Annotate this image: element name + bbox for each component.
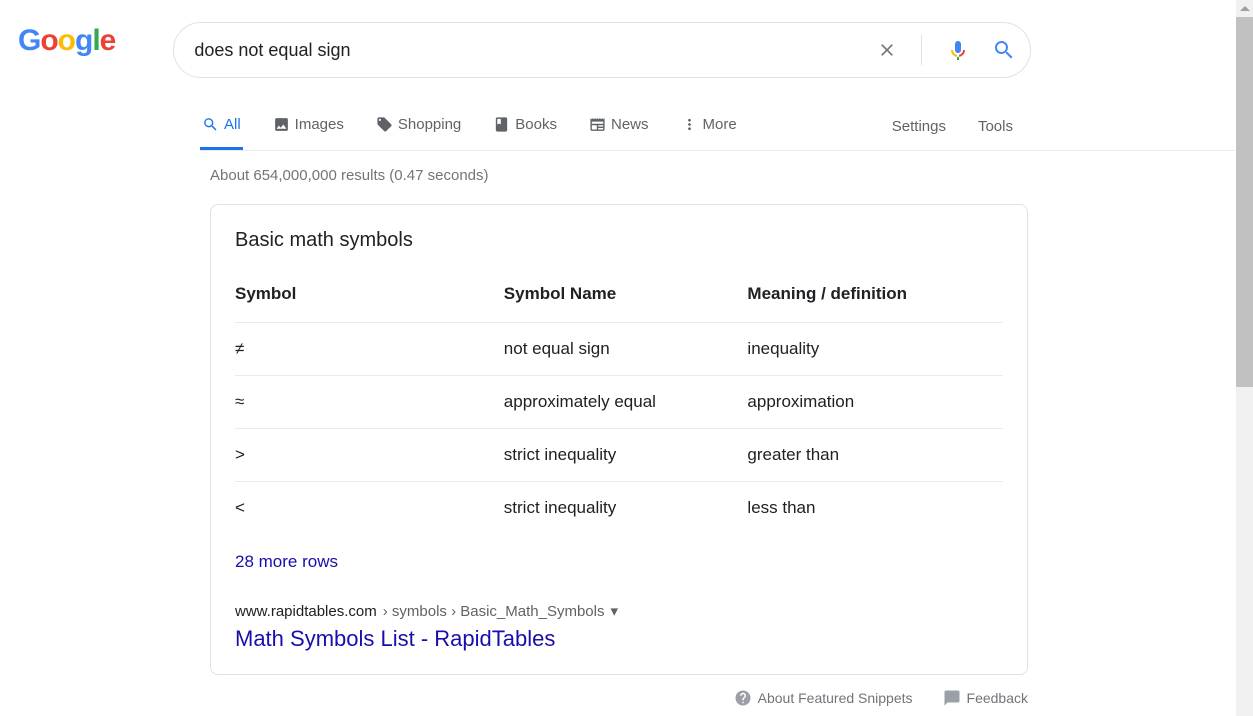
tools-link[interactable]: Tools	[976, 108, 1015, 149]
cell-symbol: ≠	[235, 323, 504, 376]
footer-label: Feedback	[967, 690, 1028, 706]
voice-search-icon[interactable]	[946, 38, 970, 62]
cite-dropdown-icon[interactable]: ▾	[610, 602, 618, 620]
tab-shopping[interactable]: Shopping	[374, 106, 463, 150]
result-stats: About 654,000,000 results (0.47 seconds)	[210, 167, 1235, 184]
cell-symbol: ≈	[235, 376, 504, 429]
table-row: ≈ approximately equal approximation	[235, 376, 1003, 429]
snippet-heading: Basic math symbols	[235, 229, 1003, 252]
tab-label: News	[611, 116, 649, 133]
result-title-link[interactable]: Math Symbols List - RapidTables	[235, 626, 1003, 652]
clear-icon[interactable]	[877, 40, 897, 60]
col-header-meaning: Meaning / definition	[747, 274, 1003, 323]
col-header-name: Symbol Name	[504, 274, 748, 323]
tab-label: More	[703, 116, 737, 133]
flag-icon	[943, 689, 961, 707]
settings-link[interactable]: Settings	[890, 108, 948, 149]
more-rows-link[interactable]: 28 more rows	[235, 552, 1003, 572]
cell-symbol: <	[235, 482, 504, 535]
snippet-footer: About Featured Snippets Feedback	[210, 689, 1028, 707]
cell-meaning: greater than	[747, 429, 1003, 482]
tab-label: All	[224, 116, 241, 133]
tab-images[interactable]: Images	[271, 106, 346, 150]
more-icon	[681, 116, 698, 133]
cell-name: strict inequality	[504, 482, 748, 535]
tab-label: Books	[515, 116, 557, 133]
snippet-table: Symbol Symbol Name Meaning / definition …	[235, 274, 1003, 534]
cite-path: › symbols › Basic_Math_Symbols	[383, 603, 605, 620]
image-icon	[273, 116, 290, 133]
tab-label: Images	[295, 116, 344, 133]
search-button-icon[interactable]	[992, 38, 1016, 62]
tab-news[interactable]: News	[587, 106, 651, 150]
about-featured-snippets-link[interactable]: About Featured Snippets	[734, 689, 913, 707]
featured-snippet: Basic math symbols Symbol Symbol Name Me…	[210, 204, 1028, 675]
cell-meaning: inequality	[747, 323, 1003, 376]
cell-meaning: approximation	[747, 376, 1003, 429]
footer-label: About Featured Snippets	[758, 690, 913, 706]
google-logo[interactable]: Google	[18, 24, 115, 58]
cell-symbol: >	[235, 429, 504, 482]
tab-books[interactable]: Books	[491, 106, 559, 150]
col-header-symbol: Symbol	[235, 274, 504, 323]
cell-name: strict inequality	[504, 429, 748, 482]
tab-more[interactable]: More	[679, 106, 739, 150]
tabs-row: All Images Shopping Books News More	[200, 106, 1235, 151]
scroll-up-button[interactable]	[1236, 0, 1253, 17]
news-icon	[589, 116, 606, 133]
scroll-thumb[interactable]	[1236, 17, 1253, 387]
scrollbar[interactable]	[1236, 0, 1253, 716]
tab-label: Shopping	[398, 116, 461, 133]
tab-all[interactable]: All	[200, 106, 243, 150]
table-row: > strict inequality greater than	[235, 429, 1003, 482]
search-icon	[202, 116, 219, 133]
table-row: < strict inequality less than	[235, 482, 1003, 535]
feedback-link[interactable]: Feedback	[943, 689, 1028, 707]
table-row: ≠ not equal sign inequality	[235, 323, 1003, 376]
cell-name: approximately equal	[504, 376, 748, 429]
help-icon	[734, 689, 752, 707]
search-input[interactable]	[194, 40, 877, 61]
search-divider	[921, 35, 922, 65]
tag-icon	[376, 116, 393, 133]
book-icon	[493, 116, 510, 133]
result-cite[interactable]: www.rapidtables.com › symbols › Basic_Ma…	[235, 602, 1003, 620]
cite-domain: www.rapidtables.com	[235, 603, 377, 620]
cell-name: not equal sign	[504, 323, 748, 376]
cell-meaning: less than	[747, 482, 1003, 535]
search-bar	[173, 22, 1031, 78]
